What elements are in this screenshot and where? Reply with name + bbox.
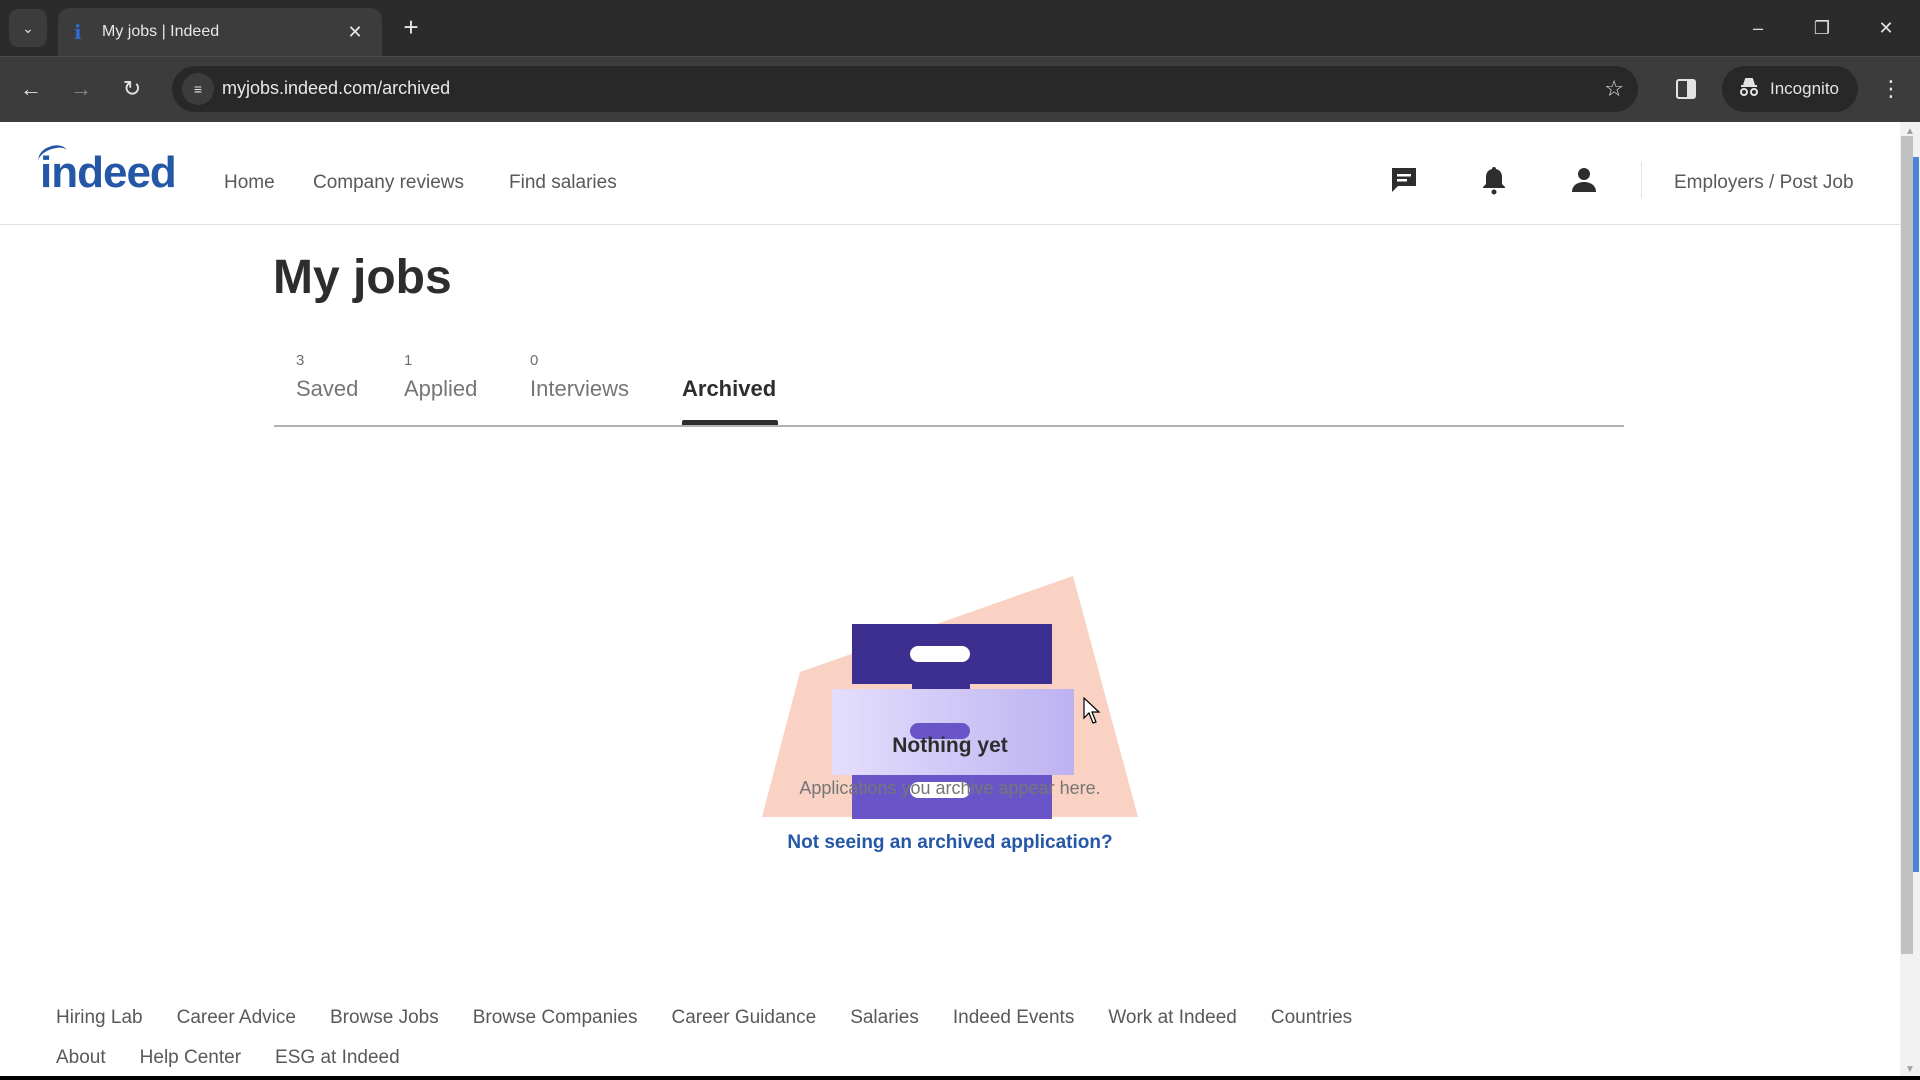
reload-icon: ↻ [122, 76, 142, 101]
restore-button[interactable]: ❐ [1802, 10, 1842, 46]
site-footer: Hiring Lab Career Advice Browse Jobs Bro… [56, 998, 1456, 1078]
reload-button[interactable]: ↻ [116, 73, 148, 105]
footer-link-esg[interactable]: ESG at Indeed [275, 1047, 400, 1069]
my-jobs-tabs: 3 Saved 1 Applied 0 Interviews Archived [274, 344, 1624, 427]
tab-count: 3 [296, 352, 305, 369]
active-tab-underline [682, 420, 778, 425]
close-tab-icon[interactable]: ✕ [340, 22, 370, 43]
indeed-logo[interactable]: indeed [40, 148, 177, 198]
header-divider [1641, 162, 1642, 198]
tab-label: Saved [296, 376, 359, 401]
bookmark-star-icon[interactable]: ☆ [1604, 76, 1624, 102]
tab-label: Archived [682, 376, 777, 401]
kebab-menu-icon: ⋮ [1880, 76, 1902, 101]
tune-icon: ≡ [193, 81, 203, 97]
minimize-icon: – [1752, 18, 1763, 38]
footer-link-help-center[interactable]: Help Center [140, 1047, 241, 1069]
incognito-icon [1738, 77, 1760, 102]
browser-menu-button[interactable]: ⋮ [1880, 73, 1902, 105]
footer-link-salaries[interactable]: Salaries [850, 1007, 919, 1029]
chevron-down-icon: ⌄ [22, 19, 34, 36]
page-title: My jobs [273, 251, 452, 304]
url-text[interactable]: myjobs.indeed.com/archived [222, 78, 450, 99]
browser-tab[interactable]: i My jobs | Indeed ✕ [58, 8, 382, 56]
footer-link-work-at-indeed[interactable]: Work at Indeed [1108, 1007, 1237, 1029]
footer-link-about[interactable]: About [56, 1047, 106, 1069]
minimize-button[interactable]: – [1738, 10, 1778, 46]
footer-link-countries[interactable]: Countries [1271, 1007, 1352, 1029]
not-seeing-archived-link-text[interactable]: Not seeing an archived application? [787, 832, 1112, 853]
incognito-indicator[interactable]: Incognito [1722, 66, 1858, 112]
address-bar[interactable]: ≡ myjobs.indeed.com/archived ☆ [172, 66, 1638, 112]
tab-interviews[interactable]: 0 Interviews [508, 344, 638, 425]
scrollbar-thumb[interactable] [1901, 136, 1913, 954]
footer-row-1: Hiring Lab Career Advice Browse Jobs Bro… [56, 998, 1456, 1038]
tab-label: Interviews [530, 376, 630, 401]
plus-icon: + [403, 12, 419, 42]
page: indeed Home Company reviews Find salarie… [0, 122, 1900, 1080]
footer-link-indeed-events[interactable]: Indeed Events [953, 1007, 1074, 1029]
footer-link-browse-jobs[interactable]: Browse Jobs [330, 1007, 439, 1029]
indeed-favicon-icon: i [74, 20, 82, 44]
forward-button[interactable]: → [65, 73, 97, 105]
footer-link-career-guidance[interactable]: Career Guidance [671, 1007, 816, 1029]
tab-count: 1 [404, 352, 413, 369]
footer-link-browse-companies[interactable]: Browse Companies [473, 1007, 638, 1029]
tab-search-button[interactable]: ⌄ [9, 9, 47, 47]
not-seeing-archived-link: Not seeing an archived application? [0, 832, 1900, 854]
tab-title: My jobs | Indeed [102, 23, 220, 40]
account-icon[interactable] [1568, 164, 1600, 196]
tab-count: 0 [530, 352, 539, 369]
top-drawer-handle [910, 646, 970, 662]
employers-post-job-link[interactable]: Employers / Post Job [1674, 172, 1854, 194]
window-close-button[interactable]: ✕ [1866, 10, 1906, 46]
arrow-right-icon: → [70, 76, 92, 101]
tab-applied[interactable]: 1 Applied [382, 344, 482, 425]
arrow-left-icon: ← [20, 76, 42, 101]
nav-find-salaries[interactable]: Find salaries [509, 172, 617, 194]
page-scrollbar[interactable]: ▲ ▼ [1900, 122, 1920, 1080]
empty-state-description: Applications you archive appear here. [799, 778, 1101, 798]
back-button[interactable]: ← [15, 73, 47, 105]
nav-company-reviews[interactable]: Company reviews [313, 172, 464, 194]
footer-link-hiring-lab[interactable]: Hiring Lab [56, 1007, 143, 1029]
scrollbar-accent [1913, 157, 1919, 872]
side-panel-icon[interactable] [1676, 79, 1696, 99]
notifications-bell-icon[interactable] [1478, 164, 1510, 196]
incognito-label: Incognito [1770, 79, 1839, 98]
site-header: indeed Home Company reviews Find salarie… [0, 122, 1900, 225]
browser-toolbar: ← → ↻ ≡ myjobs.indeed.com/archived ☆ Inc… [0, 56, 1920, 122]
browser-titlebar: ⌄ i My jobs | Indeed ✕ + – ❐ ✕ [0, 0, 1920, 56]
empty-state-title: Nothing yet [892, 734, 1008, 757]
site-info-button[interactable]: ≡ [182, 73, 214, 105]
tab-archived[interactable]: Archived [660, 344, 780, 425]
messages-icon[interactable] [1388, 164, 1420, 196]
mouse-cursor-icon [1083, 697, 1101, 724]
new-tab-button[interactable]: + [396, 12, 426, 42]
footer-row-2: About Help Center ESG at Indeed [56, 1038, 1456, 1078]
tab-label: Applied [404, 376, 478, 401]
footer-link-career-advice[interactable]: Career Advice [177, 1007, 296, 1029]
restore-icon: ❐ [1813, 18, 1831, 38]
nav-home[interactable]: Home [224, 172, 275, 194]
tab-saved[interactable]: 3 Saved [274, 344, 364, 425]
close-icon: ✕ [1878, 18, 1894, 38]
bottom-edge [0, 1076, 1920, 1080]
